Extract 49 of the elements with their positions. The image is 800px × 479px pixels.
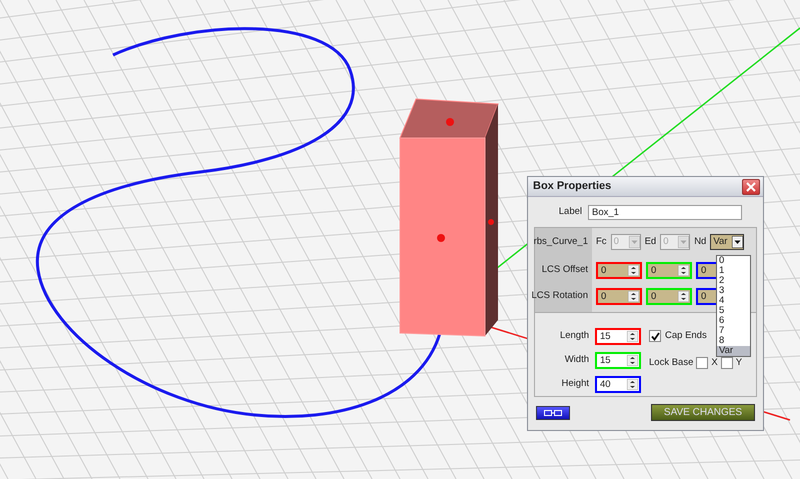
- spin-arrows-icon[interactable]: [628, 264, 639, 276]
- glasses-button[interactable]: [536, 406, 570, 420]
- window-title: Box Properties: [533, 179, 612, 194]
- dropdown-option[interactable]: 5: [717, 306, 750, 316]
- field-label: Lock Base: [649, 356, 694, 370]
- dropdown-option[interactable]: Var: [717, 346, 750, 356]
- close-button[interactable]: [742, 178, 760, 194]
- checkbox[interactable]: [720, 357, 733, 369]
- field-label: Width: [564, 352, 590, 367]
- spin-arrows-icon[interactable]: [678, 264, 689, 276]
- dropdown-option[interactable]: 6: [717, 316, 750, 326]
- field-label: Label: [558, 205, 583, 220]
- selector-label: Nd: [694, 234, 706, 249]
- checkbox-label: X: [711, 356, 718, 370]
- field-label: LCS Rotation: [531, 288, 588, 303]
- spin-arrows-icon[interactable]: [627, 378, 638, 390]
- number-spinner[interactable]: 15: [595, 352, 641, 368]
- dropdown-option[interactable]: 1: [717, 266, 750, 276]
- selector-label: Ed: [644, 234, 656, 249]
- dropdown-option[interactable]: 8: [717, 336, 750, 346]
- dropdown-option[interactable]: 4: [717, 296, 750, 306]
- number-spinner[interactable]: 0: [646, 288, 692, 304]
- caret-icon[interactable]: [732, 236, 744, 248]
- field-label: LCS Offset: [542, 262, 588, 277]
- curve-name: rbs_Curve_1: [534, 234, 588, 249]
- label-input[interactable]: Box_1: [588, 205, 742, 220]
- checkbox[interactable]: [696, 357, 708, 369]
- number-spinner[interactable]: 15: [595, 328, 641, 344]
- dropdown-option[interactable]: 3: [717, 286, 750, 296]
- spin-arrows-icon[interactable]: [627, 330, 638, 342]
- dropdown-option[interactable]: 7: [717, 326, 750, 336]
- field-label: Height: [560, 376, 590, 391]
- glasses-icon: [544, 410, 562, 416]
- number-spinner[interactable]: 0: [646, 262, 692, 278]
- number-spinner[interactable]: 40: [595, 376, 641, 392]
- spin-arrows-icon[interactable]: [627, 354, 638, 366]
- selector-label: Fc: [596, 234, 607, 249]
- checkbox[interactable]: [649, 330, 661, 342]
- close-icon: [746, 182, 756, 192]
- number-spinner[interactable]: 0: [596, 262, 642, 278]
- number-spinner[interactable]: 0: [596, 288, 642, 304]
- checkbox-label: Y: [736, 356, 742, 370]
- dropdown-option[interactable]: 2: [717, 276, 750, 286]
- spin-arrows-icon[interactable]: [628, 290, 639, 302]
- dropdown[interactable]: Var: [710, 234, 744, 250]
- field-label: Length: [558, 328, 590, 343]
- dropdown-option[interactable]: 0: [717, 256, 750, 266]
- spin-arrows-icon[interactable]: [678, 290, 689, 302]
- checkbox-label: Cap Ends: [665, 328, 707, 343]
